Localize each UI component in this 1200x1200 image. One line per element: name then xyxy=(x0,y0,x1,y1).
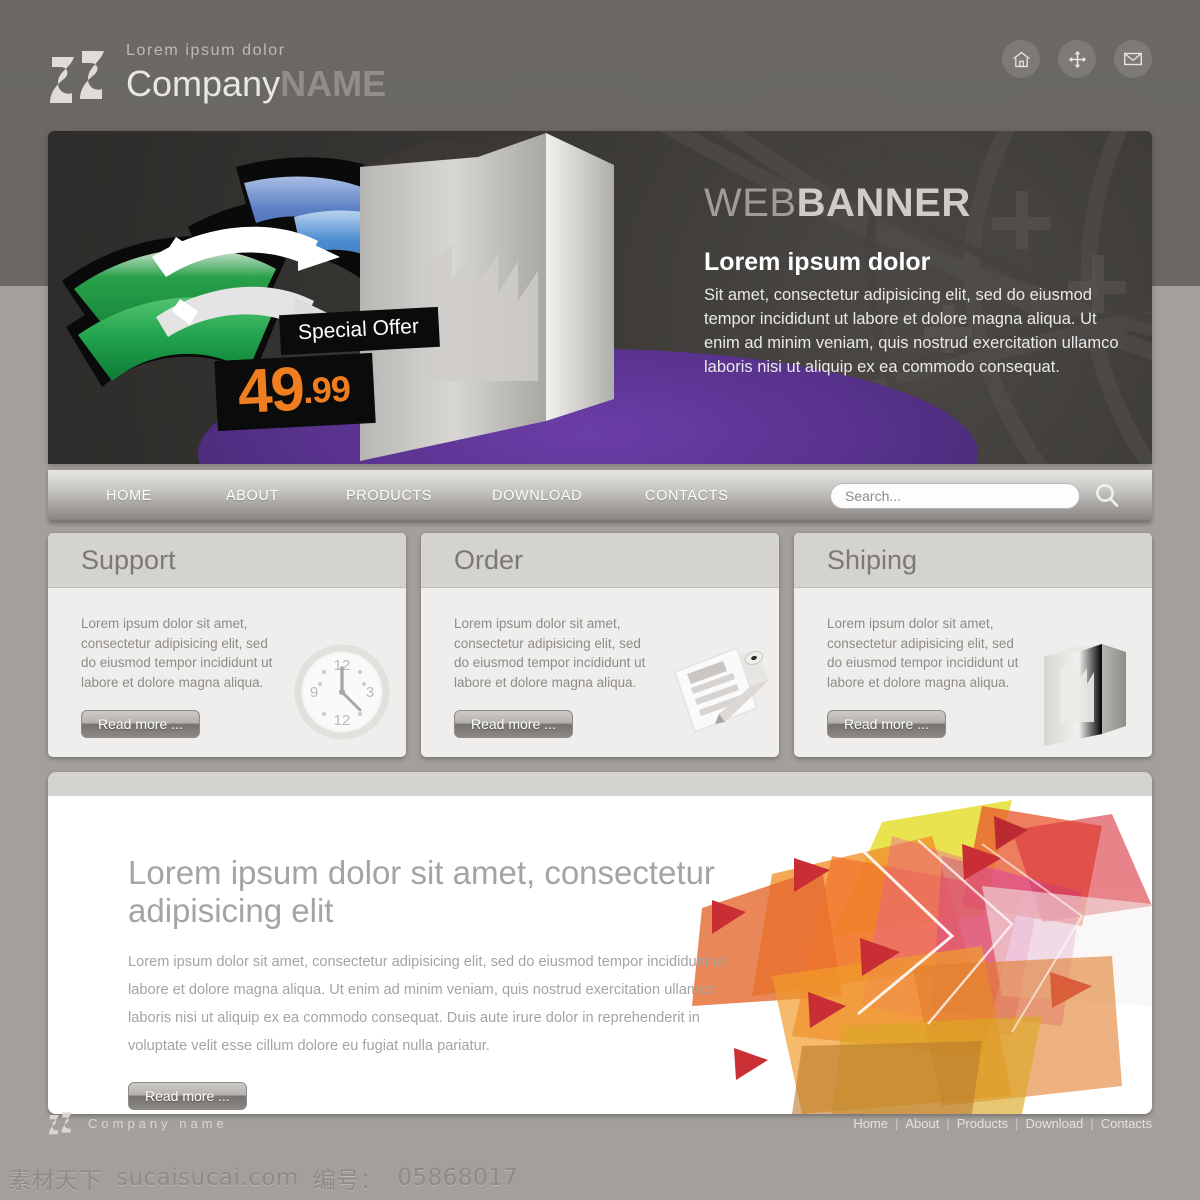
footer-link-list: Home | About | Products | Download | Contacts xyxy=(853,1116,1152,1131)
sitemap-move-icon[interactable] xyxy=(1058,40,1096,78)
nav-item-contacts[interactable]: CONTACTS xyxy=(645,488,765,504)
card-title: Shiping xyxy=(827,544,918,575)
card-title: Support xyxy=(81,544,176,575)
footer-link-download[interactable]: Download xyxy=(1025,1116,1083,1131)
logo-tagline: Lorem ipsum dolor xyxy=(126,42,286,59)
svg-text:9: 9 xyxy=(310,684,318,701)
card-body: Lorem ipsum dolor sit amet, consectetur … xyxy=(48,588,406,757)
promo-heading: Lorem ipsum dolor sit amet, consectetur … xyxy=(128,854,715,929)
footer-separator: | xyxy=(1090,1116,1094,1131)
card-header: Support xyxy=(48,533,406,588)
banner-title-bold: BANNER xyxy=(796,181,971,225)
search-input[interactable] xyxy=(830,483,1080,509)
site-footer: Company name Home | About | Products | Downloa… xyxy=(0,1106,1200,1152)
banner-body-text: Sit amet, consectetur adipisicing elit, … xyxy=(704,286,1119,376)
logo-text-block: Lorem ipsum dolor CompanyNAME xyxy=(126,42,386,105)
read-more-button[interactable]: Read more ... xyxy=(454,710,573,738)
header-icon-group xyxy=(1002,40,1152,78)
svg-text:12: 12 xyxy=(334,712,351,729)
banner-text-block: WEBBANNER Lorem ipsum dolor Sit amet, co… xyxy=(704,181,1124,379)
company-name-part1: Company xyxy=(126,63,281,104)
card-body: Lorem ipsum dolor sit amet, consectetur … xyxy=(421,588,779,757)
read-more-button[interactable]: Read more ... xyxy=(81,710,200,738)
watermark-site: sucaisucai.com xyxy=(116,1165,299,1191)
mail-icon[interactable] xyxy=(1114,40,1152,78)
card-text: Lorem ipsum dolor sit amet, consectetur … xyxy=(827,616,1019,690)
watermark-site-cn: 素材天下 xyxy=(8,1168,102,1194)
footer-link-products[interactable]: Products xyxy=(957,1116,1008,1131)
card-support[interactable]: Support Lorem ipsum dolor sit amet, cons… xyxy=(48,533,406,757)
clock-icon: 12 3 12 9 xyxy=(284,634,400,755)
footer-separator: | xyxy=(946,1116,950,1131)
card-header: Order xyxy=(421,533,779,588)
card-body: Lorem ipsum dolor sit amet, consectetur … xyxy=(794,588,1152,757)
footer-link-contacts[interactable]: Contacts xyxy=(1101,1116,1152,1131)
nav-item-about[interactable]: ABOUT xyxy=(226,488,346,504)
feature-card-row: Support Lorem ipsum dolor sit amet, cons… xyxy=(48,533,1152,757)
footer-link-home[interactable]: Home xyxy=(853,1116,888,1131)
nav-item-home[interactable]: HOME xyxy=(106,488,226,504)
document-pencil-icon xyxy=(653,630,773,755)
watermark-bar: 素材天下 sucaisucai.com 编号： 05868017 xyxy=(0,1156,1200,1200)
footer-separator: | xyxy=(1015,1116,1019,1131)
company-name: CompanyNAME xyxy=(126,63,386,105)
footer-company-logo-icon xyxy=(48,1110,74,1136)
price-cents: .99 xyxy=(301,367,351,412)
footer-company-name: Company name xyxy=(88,1115,228,1131)
abstract-polygon-artwork xyxy=(692,800,1152,1114)
card-shiping[interactable]: Shiping Lorem ipsum dolor sit amet, cons… xyxy=(794,533,1152,757)
banner-title: WEBBANNER xyxy=(704,181,1124,225)
banner-title-light: WEB xyxy=(704,181,797,225)
card-title: Order xyxy=(454,544,524,575)
watermark-id-label: 编号： xyxy=(312,1168,384,1194)
card-text: Lorem ipsum dolor sit amet, consectetur … xyxy=(81,616,273,690)
price-tag: 49.99 xyxy=(214,352,376,432)
footer-logo[interactable]: Company name xyxy=(48,1110,228,1136)
price-whole: 49 xyxy=(236,354,305,427)
svg-text:3: 3 xyxy=(366,684,374,701)
hero-banner[interactable]: Special Offer 49.99 WEBBANNER Lorem ipsu… xyxy=(48,131,1152,464)
site-header: Lorem ipsum dolor CompanyNAME xyxy=(0,0,1200,126)
footer-separator: | xyxy=(895,1116,899,1131)
promo-text-block: Lorem ipsum dolor sit amet, consectetur … xyxy=(128,854,748,1110)
card-order[interactable]: Order Lorem ipsum dolor sit amet, consec… xyxy=(421,533,779,757)
nav-item-download[interactable]: DOWNLOAD xyxy=(492,488,645,504)
nav-item-list: HOME ABOUT PRODUCTS DOWNLOAD CONTACTS xyxy=(106,488,765,504)
product-box-icon xyxy=(1026,626,1146,755)
card-text: Lorem ipsum dolor sit amet, consectetur … xyxy=(454,616,646,690)
main-navigation: HOME ABOUT PRODUCTS DOWNLOAD CONTACTS xyxy=(48,470,1152,522)
promo-panel: Lorem ipsum dolor sit amet, consectetur … xyxy=(48,796,1152,1114)
nav-item-products[interactable]: PRODUCTS xyxy=(346,488,492,504)
footer-link-about[interactable]: About xyxy=(905,1116,939,1131)
promo-section: Lorem ipsum dolor sit amet, consectetur … xyxy=(48,772,1152,1114)
read-more-button[interactable]: Read more ... xyxy=(827,710,946,738)
search-area xyxy=(830,481,1122,511)
logo[interactable]: Lorem ipsum dolor CompanyNAME xyxy=(48,42,386,107)
promo-body: Lorem ipsum dolor sit amet, consectetur … xyxy=(128,954,726,1054)
banner-subtitle: Lorem ipsum dolor xyxy=(704,248,931,276)
search-button[interactable] xyxy=(1092,481,1122,511)
card-header: Shiping xyxy=(794,533,1152,588)
home-icon[interactable] xyxy=(1002,40,1040,78)
watermark-id-value: 05868017 xyxy=(397,1165,519,1191)
company-name-part2: NAME xyxy=(280,63,387,104)
company-logo-icon xyxy=(48,45,110,107)
special-offer-tag: Special Offer xyxy=(279,306,440,356)
